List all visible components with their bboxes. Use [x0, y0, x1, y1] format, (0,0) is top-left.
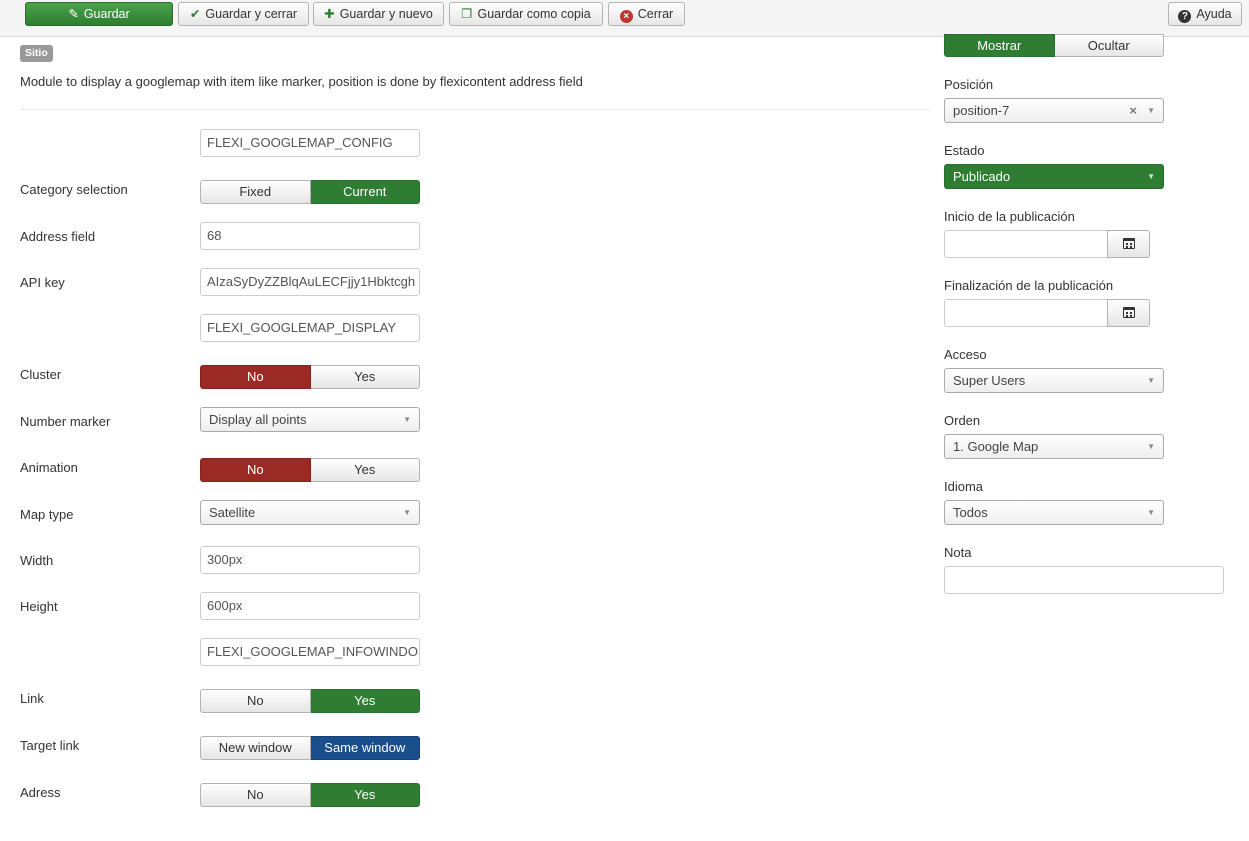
target-link-toggle: New window Same window: [200, 736, 420, 760]
config-header-field[interactable]: FLEXI_GOOGLEMAP_CONFIG: [200, 129, 420, 157]
map-type-label: Map type: [20, 507, 74, 522]
adress-label: Adress: [20, 785, 61, 800]
calendar-icon: [1122, 238, 1135, 249]
publish-up-input[interactable]: [944, 230, 1108, 258]
link-no-option[interactable]: No: [200, 689, 311, 713]
width-label: Width: [20, 553, 54, 568]
status-value: Publicado: [953, 169, 1011, 184]
position-label: Posición: [944, 77, 994, 92]
status-select[interactable]: Publicado ▼: [944, 164, 1164, 189]
language-select[interactable]: Todos ▼: [944, 500, 1164, 525]
height-label: Height: [20, 599, 58, 614]
language-label: Idioma: [944, 479, 984, 494]
caret-down-icon: ▼: [1147, 508, 1155, 517]
caret-down-icon: ▼: [403, 415, 411, 424]
publish-down-input[interactable]: [944, 299, 1108, 327]
width-input[interactable]: 300px: [200, 546, 420, 574]
ordering-label: Orden: [944, 413, 981, 428]
animation-label: Animation: [20, 460, 78, 475]
target-same-window-option[interactable]: Same window: [310, 736, 420, 760]
close-button[interactable]: × Cerrar: [608, 2, 685, 26]
check-icon: ✔: [189, 7, 201, 21]
target-link-label: Target link: [20, 738, 80, 753]
animation-no-option[interactable]: No: [200, 458, 311, 482]
cluster-yes-option[interactable]: Yes: [310, 365, 420, 389]
save-new-button[interactable]: ✚ Guardar y nuevo: [313, 2, 444, 26]
animation-yes-option[interactable]: Yes: [310, 458, 420, 482]
note-input[interactable]: [944, 566, 1224, 594]
help-icon: ?: [1178, 10, 1192, 23]
position-select[interactable]: position-7 × ▼: [944, 98, 1164, 123]
show-title-toggle: Mostrar Ocultar: [944, 34, 1164, 57]
target-new-window-option[interactable]: New window: [200, 736, 311, 760]
show-title-show-option[interactable]: Mostrar: [944, 34, 1055, 57]
category-selection-label: Category selection: [20, 182, 128, 197]
module-description: Module to display a googlemap with item …: [20, 74, 583, 89]
clear-icon[interactable]: ×: [1129, 99, 1137, 122]
close-icon: ×: [619, 10, 633, 23]
ordering-select[interactable]: 1. Google Map ▼: [944, 434, 1164, 459]
api-key-input[interactable]: AIzaSyDyZZBlqAuLECFjjy1Hbktcgh: [200, 268, 420, 296]
cluster-no-option[interactable]: No: [200, 365, 311, 389]
publish-down-calendar-button[interactable]: [1107, 299, 1150, 327]
animation-toggle: No Yes: [200, 458, 420, 482]
category-fixed-option[interactable]: Fixed: [200, 180, 311, 204]
site-badge: Sitio: [20, 45, 53, 62]
status-label: Estado: [944, 143, 985, 158]
category-current-option[interactable]: Current: [310, 180, 420, 204]
save-close-button[interactable]: ✔ Guardar y cerrar: [178, 2, 309, 26]
number-marker-value: Display all points: [209, 412, 307, 427]
toolbar: ✎ Guardar ✔ Guardar y cerrar ✚ Guardar y nu…: [0, 0, 1249, 37]
caret-down-icon: ▼: [1147, 106, 1155, 115]
divider: [20, 109, 930, 110]
note-label: Nota: [944, 545, 972, 560]
plus-icon: ✚: [324, 7, 335, 21]
publish-up-calendar-button[interactable]: [1107, 230, 1150, 258]
show-title-hide-option[interactable]: Ocultar: [1054, 34, 1164, 57]
adress-yes-option[interactable]: Yes: [310, 783, 420, 807]
caret-down-icon: ▼: [1147, 376, 1155, 385]
caret-down-icon: ▼: [403, 508, 411, 517]
access-select[interactable]: Super Users ▼: [944, 368, 1164, 393]
copy-icon: ❐: [461, 7, 473, 21]
caret-down-icon: ▼: [1147, 442, 1155, 451]
adress-no-option[interactable]: No: [200, 783, 311, 807]
link-yes-option[interactable]: Yes: [310, 689, 420, 713]
address-field-input[interactable]: 68: [200, 222, 420, 250]
access-value: Super Users: [953, 373, 1026, 388]
number-marker-select[interactable]: Display all points ▼: [200, 407, 420, 432]
category-selection-toggle: Fixed Current: [200, 180, 420, 204]
publish-down-label: Finalización de la publicación: [944, 278, 1114, 293]
help-button[interactable]: ? Ayuda: [1168, 2, 1242, 26]
language-value: Todos: [953, 505, 988, 520]
ordering-value: 1. Google Map: [953, 439, 1039, 454]
map-type-select[interactable]: Satellite ▼: [200, 500, 420, 525]
address-field-label: Address field: [20, 229, 96, 244]
save-button[interactable]: ✎ Guardar: [25, 2, 173, 26]
link-toggle: No Yes: [200, 689, 420, 713]
height-input[interactable]: 600px: [200, 592, 420, 620]
adress-toggle: No Yes: [200, 783, 420, 807]
infowindow-header-field[interactable]: FLEXI_GOOGLEMAP_INFOWINDO: [200, 638, 420, 666]
cluster-label: Cluster: [20, 367, 62, 382]
access-label: Acceso: [944, 347, 987, 362]
link-label: Link: [20, 691, 44, 706]
map-type-value: Satellite: [209, 505, 256, 520]
cluster-toggle: No Yes: [200, 365, 420, 389]
position-value: position-7: [953, 103, 1010, 118]
calendar-icon: [1122, 307, 1135, 318]
number-marker-label: Number marker: [20, 414, 111, 429]
edit-icon: ✎: [68, 7, 79, 21]
api-key-label: API key: [20, 275, 65, 290]
caret-down-icon: ▼: [1147, 172, 1155, 181]
save-copy-button[interactable]: ❐ Guardar como copia: [449, 2, 603, 26]
display-header-field[interactable]: FLEXI_GOOGLEMAP_DISPLAY: [200, 314, 420, 342]
publish-up-label: Inicio de la publicación: [944, 209, 1075, 224]
